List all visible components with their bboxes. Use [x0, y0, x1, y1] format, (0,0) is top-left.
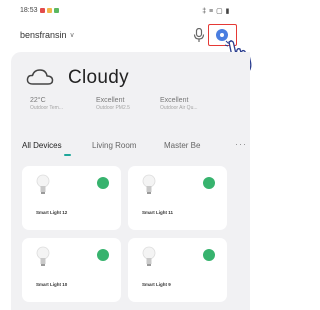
stat-value: Excellent: [96, 97, 125, 104]
active-tab-indicator: [64, 154, 71, 156]
add-device-icon: [220, 33, 224, 37]
status-bar: 18:53 ‡ ≡ ▢ ▮: [0, 0, 250, 20]
light-bulb-icon: [142, 246, 156, 266]
light-bulb-icon: [142, 174, 156, 194]
device-name: Smart Light 12: [36, 210, 68, 215]
light-bulb-icon: [36, 246, 50, 266]
status-time: 18:53: [20, 7, 38, 14]
device-card[interactable]: Smart Light 11: [128, 166, 227, 230]
more-tabs-icon[interactable]: ···: [235, 139, 247, 149]
stat-label: Outdoor Tem...: [30, 105, 63, 111]
notification-icons: [40, 8, 59, 13]
light-bulb-icon: [36, 174, 50, 194]
system-status-icons: ‡ ≡ ▢ ▮: [202, 8, 230, 15]
room-tabs: All Devices Living Room Master Be ···: [22, 139, 247, 157]
tab-all-devices[interactable]: All Devices: [22, 141, 62, 150]
weather-stat-pm25: Excellent Outdoor PM2.5: [96, 97, 156, 111]
device-name: Smart Light 11: [142, 210, 174, 215]
chevron-down-icon: ∨: [69, 32, 75, 39]
power-toggle[interactable]: [97, 177, 109, 189]
power-toggle[interactable]: [203, 177, 215, 189]
stat-label: Outdoor PM2.5: [96, 105, 130, 111]
weather-stat-temperature: 22°C Outdoor Tem...: [30, 97, 90, 111]
tab-master-bedroom[interactable]: Master Be: [164, 141, 200, 150]
stat-value: 22°C: [30, 97, 46, 104]
microphone-icon[interactable]: [193, 28, 205, 43]
tab-living-room[interactable]: Living Room: [92, 141, 136, 150]
notification-icon: [47, 8, 52, 13]
device-card[interactable]: Smart Light 10: [22, 238, 121, 302]
power-toggle[interactable]: [97, 249, 109, 261]
notification-icon: [54, 8, 59, 13]
weather-condition: Cloudy: [68, 67, 129, 88]
stat-label: Outdoor Air Qu...: [160, 105, 198, 111]
device-name: Smart Light 9: [142, 282, 171, 287]
device-name: Smart Light 10: [36, 282, 68, 287]
home-name: bensfransin: [20, 30, 67, 40]
home-selector[interactable]: bensfransin ∨: [20, 30, 75, 40]
device-card[interactable]: Smart Light 9: [128, 238, 227, 302]
stat-value: Excellent: [160, 97, 189, 104]
power-toggle[interactable]: [203, 249, 215, 261]
cloud-icon: [26, 69, 54, 85]
device-card[interactable]: Smart Light 12: [22, 166, 121, 230]
notification-icon: [40, 8, 45, 13]
weather-stat-air-quality: Excellent Outdoor Air Qu...: [160, 97, 220, 111]
